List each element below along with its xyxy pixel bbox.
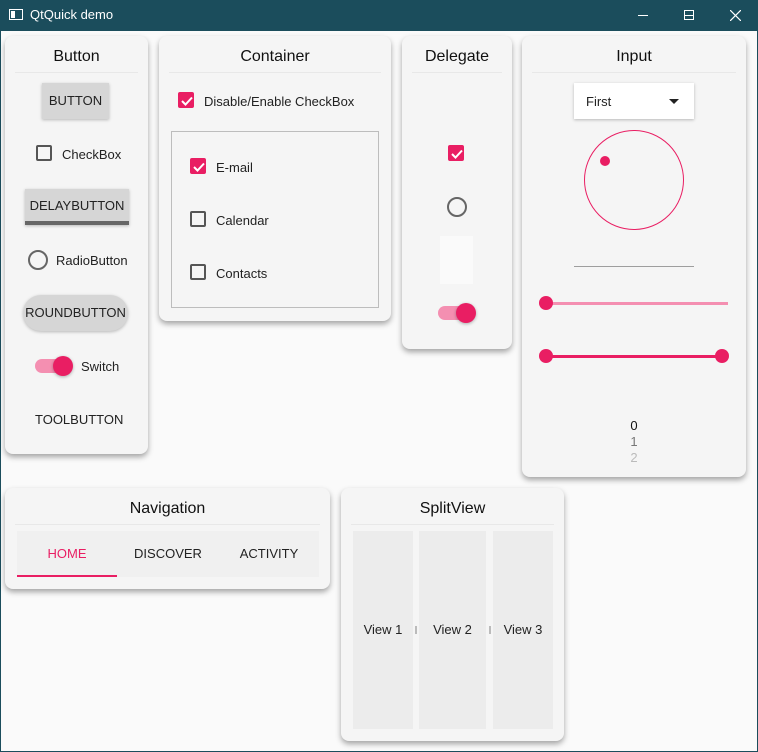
radio-delegate[interactable]: [447, 197, 467, 217]
checkmark-icon: [451, 149, 463, 159]
email-checkbox[interactable]: [190, 158, 206, 174]
check-delegate[interactable]: [448, 145, 464, 161]
enable-checkbox-label: Disable/Enable CheckBox: [204, 94, 355, 109]
slider-track[interactable]: [546, 302, 728, 305]
delay-button[interactable]: DELAYBUTTON: [25, 189, 129, 225]
card-divider: [15, 72, 138, 73]
email-checkbox-label: E-mail: [216, 160, 253, 175]
split-view-pane-1: View 1: [353, 531, 413, 729]
switch-knob[interactable]: [53, 356, 73, 376]
checkbox[interactable]: [36, 145, 52, 161]
card-title: SplitView: [419, 500, 486, 517]
tab-activity[interactable]: ACTIVITY: [219, 531, 319, 577]
checkmark-icon: [181, 96, 193, 106]
range-slider-second-handle[interactable]: [715, 349, 729, 363]
tab-home[interactable]: HOME: [17, 531, 117, 577]
tumbler[interactable]: 0 1 2: [614, 418, 654, 466]
close-icon: [730, 10, 741, 21]
tumbler-item: 1: [630, 434, 638, 449]
contacts-checkbox-label: Contacts: [216, 266, 268, 281]
combo-box[interactable]: First: [574, 83, 694, 119]
window-titlebar[interactable]: QtQuick demo: [0, 0, 758, 31]
contacts-checkbox[interactable]: [190, 264, 206, 280]
tumbler-item: 2: [630, 450, 638, 465]
range-slider-first-handle[interactable]: [539, 349, 553, 363]
checkmark-icon: [193, 162, 205, 172]
tumbler-item: 0: [630, 418, 638, 433]
enable-checkbox[interactable]: [178, 92, 194, 108]
card-divider: [532, 72, 736, 73]
checkbox-label: CheckBox: [62, 147, 122, 162]
minimize-button-area[interactable]: [620, 0, 666, 31]
card-title: Container: [240, 48, 310, 65]
range-slider-track[interactable]: [546, 355, 722, 358]
text-field[interactable]: [574, 266, 694, 267]
round-button[interactable]: ROUNDBUTTON: [23, 295, 128, 331]
card-title: Input: [616, 48, 652, 65]
push-button[interactable]: BUTTON: [42, 83, 109, 119]
radio-button-label: RadioButton: [56, 253, 128, 268]
app-window-icon: [9, 9, 23, 20]
switch-label: Switch: [81, 359, 120, 374]
switch-delegate-knob[interactable]: [456, 303, 476, 323]
card-divider: [15, 524, 320, 525]
tool-button[interactable]: TOOLBUTTON: [35, 412, 123, 427]
slider-handle[interactable]: [539, 296, 553, 310]
maximize-button[interactable]: [666, 0, 712, 31]
card-divider: [412, 72, 502, 73]
radio-button[interactable]: [28, 250, 48, 270]
window-title: QtQuick demo: [30, 7, 114, 22]
delegate-card: Delegate: [402, 36, 512, 349]
dial[interactable]: [584, 130, 684, 230]
calendar-checkbox[interactable]: [190, 211, 206, 227]
window-frame-left: [0, 31, 1, 752]
caret-down-icon: [669, 99, 679, 104]
split-handle-1[interactable]: [415, 626, 417, 634]
combo-box-value: First: [586, 94, 612, 109]
split-view-pane-3: View 3: [493, 531, 553, 729]
split-handle-2[interactable]: [489, 626, 491, 634]
split-view-pane-2: View 2: [419, 531, 486, 729]
card-divider: [169, 72, 381, 73]
maximize-icon: [684, 10, 694, 20]
minimize-icon: [638, 15, 648, 16]
card-title: Button: [53, 48, 100, 65]
tab-discover[interactable]: DISCOVER: [118, 531, 218, 577]
dial-handle[interactable]: [600, 156, 610, 166]
item-delegate[interactable]: [440, 236, 473, 284]
close-button[interactable]: [712, 0, 758, 31]
card-divider: [351, 524, 554, 525]
card-title: Navigation: [129, 500, 206, 517]
calendar-checkbox-label: Calendar: [216, 213, 269, 228]
card-title: Delegate: [424, 48, 490, 65]
